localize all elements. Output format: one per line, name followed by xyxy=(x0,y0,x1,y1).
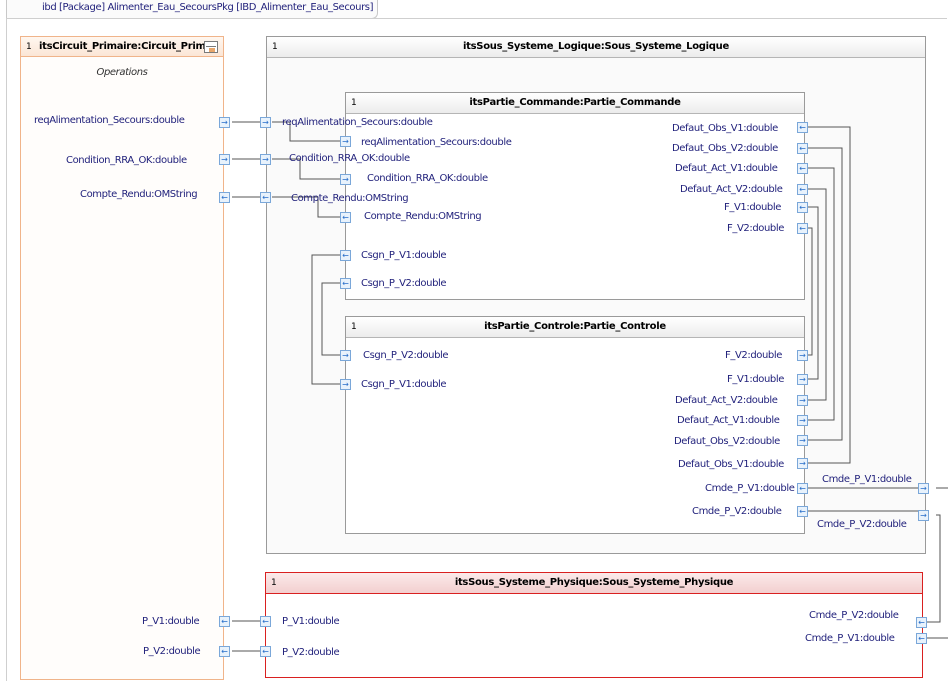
physique-cmde-v2-label: Cmde_P_V2:double xyxy=(809,610,899,621)
port-obs-v2-controle[interactable]: → xyxy=(797,435,808,446)
circuit-pv2-label: P_V2:double xyxy=(143,646,201,657)
controle-cmde-v1-label: Cmde_P_V1:double xyxy=(705,483,795,494)
port-req-circuit[interactable]: → xyxy=(219,117,230,128)
logique-compte-label: Compte_Rendu:OMString xyxy=(291,193,409,204)
port-act-v1-commande[interactable]: ← xyxy=(797,163,808,174)
commande-csgn-v1-label: Csgn_P_V1:double xyxy=(361,250,447,261)
port-cond-logique[interactable]: → xyxy=(260,154,271,165)
port-csgn-v2-commande[interactable]: ← xyxy=(340,278,351,289)
commande-req-label: reqAlimentation_Secours:double xyxy=(361,137,512,148)
connector-lines xyxy=(232,121,948,652)
commande-obs-v2-label: Defaut_Obs_V2:double xyxy=(672,143,778,154)
port-f-v2-commande[interactable]: ← xyxy=(797,223,808,234)
port-act-v2-controle[interactable]: → xyxy=(797,395,808,406)
circuit-pv1-label: P_V1:double xyxy=(142,616,200,627)
port-cmde-v1-logique[interactable]: → xyxy=(918,483,929,494)
circuit-cond-label: Condition_RRA_OK:double xyxy=(66,155,187,166)
controle-obs-v1-label: Defaut_Obs_V1:double xyxy=(678,459,784,470)
controle-f-v2-label: F_V2:double xyxy=(725,350,783,361)
physique-pv1-label: P_V1:double xyxy=(282,616,340,627)
port-req-commande[interactable]: → xyxy=(340,136,351,147)
port-pv1-circuit[interactable]: ← xyxy=(219,616,230,627)
port-compte-commande[interactable]: ← xyxy=(340,212,351,223)
port-act-v2-commande[interactable]: ← xyxy=(797,184,808,195)
port-pv1-physique[interactable]: ← xyxy=(260,616,271,627)
controle-act-v1-label: Defaut_Act_V1:double xyxy=(677,415,780,426)
commande-csgn-v2-label: Csgn_P_V2:double xyxy=(361,278,447,289)
port-cmde-v2-logique[interactable]: → xyxy=(918,510,929,521)
circuit-compte-label: Compte_Rendu:OMString xyxy=(80,189,198,200)
controle-f-v1-label: F_V1:double xyxy=(727,374,785,385)
commande-obs-v1-label: Defaut_Obs_V1:double xyxy=(672,123,778,134)
port-req-logique[interactable]: → xyxy=(260,117,271,128)
controle-csgn-v2-label: Csgn_P_V2:double xyxy=(363,350,449,361)
port-obs-v1-controle[interactable]: → xyxy=(797,458,808,469)
port-act-v1-controle[interactable]: → xyxy=(797,415,808,426)
controle-obs-v2-label: Defaut_Obs_V2:double xyxy=(674,436,780,447)
port-csgn-v2-controle[interactable]: → xyxy=(340,350,351,361)
circuit-req-label: reqAlimentation_Secours:double xyxy=(34,115,185,126)
commande-cond-label: Condition_RRA_OK:double xyxy=(367,173,488,184)
logique-cmde-v1-label: Cmde_P_V1:double xyxy=(822,474,912,485)
port-compte-logique[interactable]: ← xyxy=(260,192,271,203)
port-cond-commande[interactable]: → xyxy=(340,174,351,185)
port-obs-v1-commande[interactable]: ← xyxy=(797,122,808,133)
controle-act-v2-label: Defaut_Act_V2:double xyxy=(675,395,778,406)
port-f-v1-commande[interactable]: ← xyxy=(797,202,808,213)
port-f-v1-controle[interactable]: → xyxy=(797,374,808,385)
commande-compte-label: Compte_Rendu:OMString xyxy=(364,211,482,222)
port-cmde-v2-physique[interactable]: ← xyxy=(916,617,927,628)
port-cmde-v2-controle[interactable]: ← xyxy=(797,506,808,517)
commande-f-v2-label: F_V2:double xyxy=(727,223,785,234)
port-csgn-v1-controle[interactable]: → xyxy=(340,379,351,390)
port-csgn-v1-commande[interactable]: ← xyxy=(340,250,351,261)
logique-req-label: reqAlimentation_Secours:double xyxy=(282,117,433,128)
port-cond-circuit[interactable]: → xyxy=(219,154,230,165)
port-obs-v2-commande[interactable]: ← xyxy=(797,143,808,154)
controle-csgn-v1-label: Csgn_P_V1:double xyxy=(361,379,447,390)
logique-cmde-v2-label: Cmde_P_V2:double xyxy=(817,519,907,530)
port-pv2-circuit[interactable]: ← xyxy=(219,646,230,657)
port-compte-circuit[interactable]: ← xyxy=(219,192,230,203)
port-cmde-v1-controle[interactable]: ← xyxy=(797,483,808,494)
controle-cmde-v2-label: Cmde_P_V2:double xyxy=(692,506,782,517)
logique-cond-label: Condition_RRA_OK:double xyxy=(289,153,410,164)
physique-pv2-label: P_V2:double xyxy=(282,647,340,658)
commande-act-v2-label: Defaut_Act_V2:double xyxy=(680,184,783,195)
physique-cmde-v1-label: Cmde_P_V1:double xyxy=(805,633,895,644)
commande-f-v1-label: F_V1:double xyxy=(724,202,782,213)
port-f-v2-controle[interactable]: → xyxy=(797,350,808,361)
port-cmde-v1-physique[interactable]: ← xyxy=(916,633,927,644)
port-pv2-physique[interactable]: ← xyxy=(260,646,271,657)
commande-act-v1-label: Defaut_Act_V1:double xyxy=(675,163,778,174)
